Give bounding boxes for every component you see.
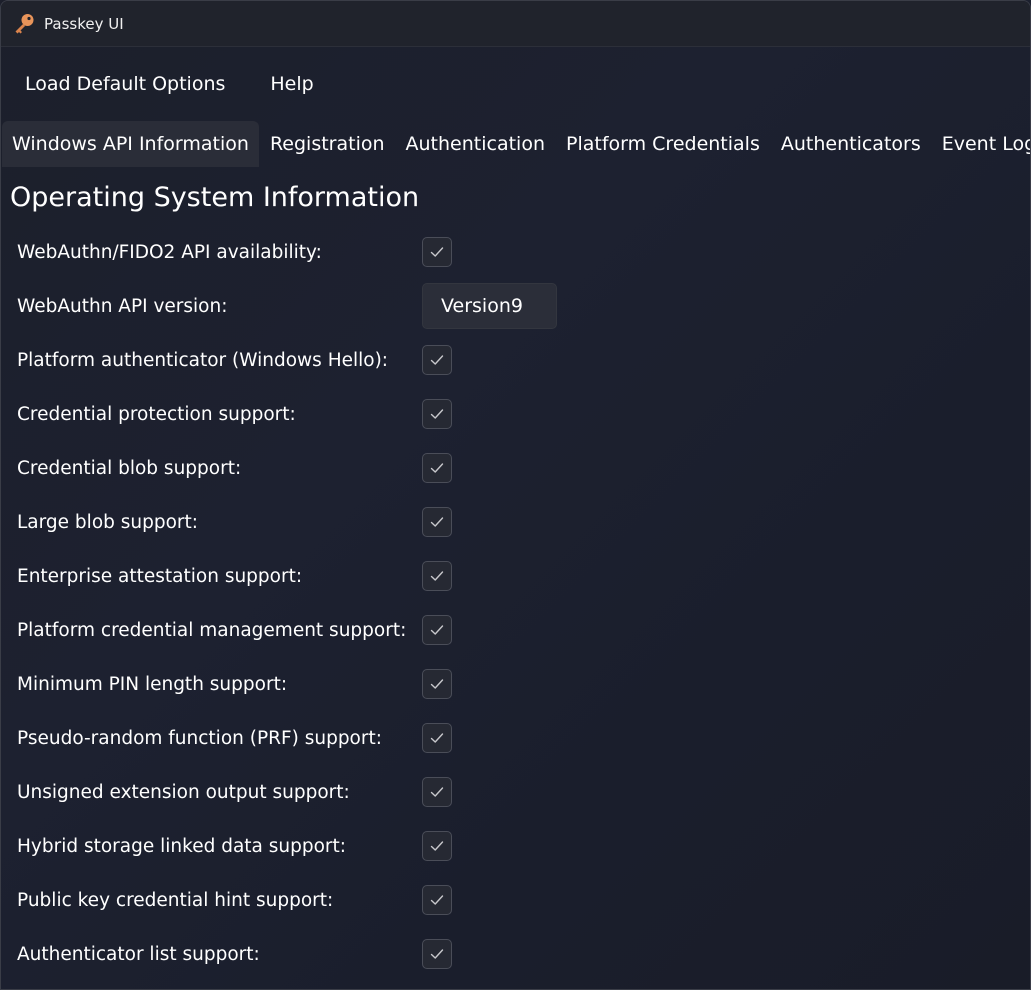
info-row: Hybrid storage linked data support:	[17, 819, 1030, 873]
checkmark-icon	[429, 892, 445, 908]
checkmark-icon	[429, 406, 445, 422]
info-row: Platform credential management support:	[17, 603, 1030, 657]
row-label: Credential blob support:	[17, 457, 242, 479]
info-row: Platform authenticator (Windows Hello):	[17, 333, 1030, 387]
info-row: Credential protection support:	[17, 387, 1030, 441]
status-checkbox[interactable]	[422, 669, 452, 699]
info-row: Credential blob support:	[17, 441, 1030, 495]
status-checkbox[interactable]	[422, 723, 452, 753]
tab-content: Operating System Information WebAuthn/FI…	[1, 167, 1030, 981]
row-label: Platform credential management support:	[17, 619, 407, 641]
checkmark-icon	[429, 730, 445, 746]
info-row: Authenticator list support:	[17, 927, 1030, 981]
info-row: Public key credential hint support:	[17, 873, 1030, 927]
menu-bar: Load Default Options Help	[1, 47, 1030, 121]
row-label: Minimum PIN length support:	[17, 673, 288, 695]
info-row: Large blob support:	[17, 495, 1030, 549]
checkmark-icon	[429, 838, 445, 854]
checkmark-icon	[429, 514, 445, 530]
info-row: WebAuthn API version: Version9	[17, 279, 1030, 333]
window-title: Passkey UI	[44, 14, 124, 33]
checkmark-icon	[429, 244, 445, 260]
row-label: Public key credential hint support:	[17, 889, 334, 911]
status-checkbox[interactable]	[422, 345, 452, 375]
menu-load-default-options[interactable]: Load Default Options	[11, 65, 239, 103]
titlebar: Passkey UI	[1, 1, 1030, 47]
checkmark-icon	[429, 460, 445, 476]
checkmark-icon	[429, 622, 445, 638]
checkmark-icon	[429, 946, 445, 962]
row-label: Platform authenticator (Windows Hello):	[17, 349, 389, 371]
api-version-field[interactable]: Version9	[422, 283, 557, 329]
checkmark-icon	[429, 352, 445, 368]
info-row: Minimum PIN length support:	[17, 657, 1030, 711]
info-row: Pseudo-random function (PRF) support:	[17, 711, 1030, 765]
status-checkbox[interactable]	[422, 561, 452, 591]
status-checkbox[interactable]	[422, 507, 452, 537]
row-label: WebAuthn API version:	[17, 295, 228, 317]
tab-registration[interactable]: Registration	[260, 121, 395, 167]
checkmark-icon	[429, 568, 445, 584]
info-row: Unsigned extension output support:	[17, 765, 1030, 819]
status-checkbox[interactable]	[422, 885, 452, 915]
info-row: WebAuthn/FIDO2 API availability:	[17, 225, 1030, 279]
row-label: WebAuthn/FIDO2 API availability:	[17, 241, 322, 263]
tab-authentication[interactable]: Authentication	[396, 121, 555, 167]
status-checkbox[interactable]	[422, 939, 452, 969]
checkmark-icon	[429, 784, 445, 800]
tab-event-log[interactable]: Event Log	[932, 121, 1030, 167]
status-checkbox[interactable]	[422, 237, 452, 267]
tab-strip: Windows API Information Registration Aut…	[1, 121, 1030, 167]
row-label: Large blob support:	[17, 511, 199, 533]
row-label: Unsigned extension output support:	[17, 781, 350, 803]
row-label: Authenticator list support:	[17, 943, 260, 965]
status-checkbox[interactable]	[422, 453, 452, 483]
info-rows: WebAuthn/FIDO2 API availability: WebAuthn…	[10, 225, 1030, 981]
status-checkbox[interactable]	[422, 399, 452, 429]
row-label: Enterprise attestation support:	[17, 565, 303, 587]
status-checkbox[interactable]	[422, 831, 452, 861]
tab-authenticators[interactable]: Authenticators	[771, 121, 931, 167]
row-label: Hybrid storage linked data support:	[17, 835, 347, 857]
section-title: Operating System Information	[10, 181, 420, 213]
row-label: Pseudo-random function (PRF) support:	[17, 727, 382, 749]
checkmark-icon	[429, 676, 445, 692]
row-label: Credential protection support:	[17, 403, 296, 425]
key-icon	[12, 12, 36, 36]
tab-platform-credentials[interactable]: Platform Credentials	[556, 121, 770, 167]
tab-windows-api-information[interactable]: Windows API Information	[2, 121, 259, 167]
status-checkbox[interactable]	[422, 777, 452, 807]
info-row: Enterprise attestation support:	[17, 549, 1030, 603]
app-window: Passkey UI Load Default Options Help Win…	[0, 0, 1031, 990]
menu-help[interactable]: Help	[256, 65, 327, 103]
status-checkbox[interactable]	[422, 615, 452, 645]
